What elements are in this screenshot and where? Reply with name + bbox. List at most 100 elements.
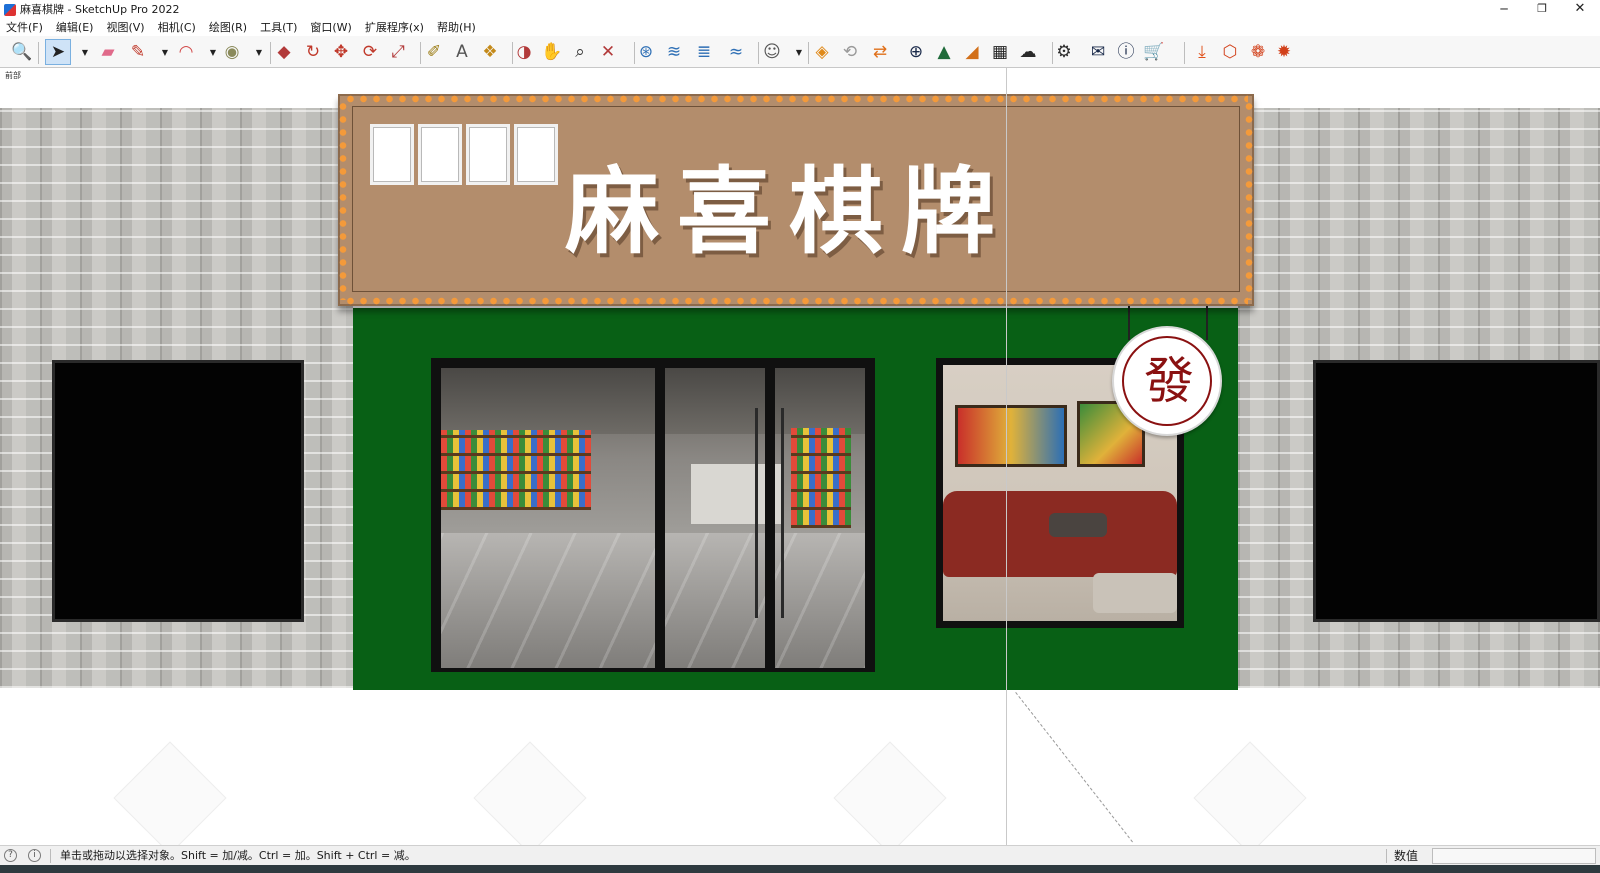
ground-pattern <box>113 741 227 845</box>
add-tool-icon: ⊕ <box>908 42 924 62</box>
scene-tab-label[interactable]: 前部 <box>5 70 21 81</box>
mail-tool-icon: ✉ <box>1090 42 1106 62</box>
mail-tool-button[interactable]: ✉ <box>1085 39 1111 65</box>
fa-sign-character: 發 <box>1144 352 1194 410</box>
interior-shelf <box>441 430 591 510</box>
tape-tool-icon: ✐ <box>426 42 442 62</box>
eraser-tool-icon: ▰ <box>101 42 115 62</box>
orbit-tool-button[interactable]: ◑ <box>511 39 537 65</box>
info-tool-button[interactable]: ⓘ <box>1113 39 1139 65</box>
dropdown-arrow-icon[interactable]: ▼ <box>80 48 90 58</box>
layer-tool-icon: ◢ <box>965 42 979 62</box>
import-tool-button[interactable]: ⤓ <box>1189 39 1215 65</box>
menu-view[interactable]: 视图(V) <box>106 20 144 36</box>
marquee-bulbs-top <box>344 95 1248 103</box>
entrance-glass <box>441 368 865 668</box>
door-mullion <box>655 358 665 672</box>
menu-window[interactable]: 窗口(W) <box>310 20 351 36</box>
eraser-tool-button[interactable]: ▰ <box>95 39 121 65</box>
text-tool-icon: A <box>456 42 468 62</box>
dropdown-arrow-icon[interactable]: ▼ <box>160 48 170 58</box>
signboard-title: 麻喜棋牌 <box>565 158 1014 267</box>
mahjong-tile <box>466 124 510 185</box>
ottoman <box>1093 573 1177 613</box>
dropdown-arrow-icon[interactable]: ▼ <box>208 48 218 58</box>
status-divider <box>1386 849 1387 863</box>
transfer-tool-button[interactable]: ⇄ <box>867 39 893 65</box>
storefront-facade <box>353 308 1238 690</box>
dropdown-arrow-icon[interactable]: ▼ <box>254 48 264 58</box>
refresh-tool-button[interactable]: ⟲ <box>837 39 863 65</box>
dark-window-left <box>52 360 304 622</box>
render-settings-tool-button[interactable]: ✹ <box>1271 39 1297 65</box>
sandbox-tool-1-button[interactable]: ⊛ <box>633 39 659 65</box>
orbit-tool-icon: ◑ <box>516 42 532 62</box>
ground-pattern <box>833 741 947 845</box>
settings-tool-button[interactable]: ⚙ <box>1051 39 1077 65</box>
sandbox-tool-2-button[interactable]: ≋ <box>661 39 687 65</box>
render-tool-icon: ❁ <box>1250 42 1266 62</box>
dropdown-arrow-icon[interactable]: ▼ <box>794 48 804 58</box>
cart-tool-button[interactable]: 🛒 <box>1141 39 1167 65</box>
shop-signboard: 麻喜棋牌 <box>338 94 1254 306</box>
menu-edit[interactable]: 编辑(E) <box>56 20 94 36</box>
tape-tool-button[interactable]: ✐ <box>421 39 447 65</box>
shape-tool-icon: ◉ <box>224 42 240 62</box>
move-tool-button[interactable]: ✥ <box>328 39 354 65</box>
geo-location-icon[interactable]: ? <box>4 849 17 862</box>
pan-tool-button[interactable]: ✋ <box>539 39 565 65</box>
tree-tool-button[interactable]: ▲ <box>931 39 957 65</box>
close-button[interactable]: ✕ <box>1562 0 1598 20</box>
render-tool-button[interactable]: ❁ <box>1245 39 1271 65</box>
shape-tool-button[interactable]: ◉ <box>219 39 245 65</box>
checker-tool-button[interactable]: ▦ <box>987 39 1013 65</box>
account-tool-button[interactable]: ☺ <box>759 39 785 65</box>
rotate-tool-button[interactable]: ⟳ <box>357 39 383 65</box>
door-handle <box>755 408 758 618</box>
modeling-viewport[interactable]: 前部 發 麻喜棋牌 <box>0 68 1600 845</box>
search-tool-button[interactable]: 🔍 <box>9 39 35 65</box>
export-tool-icon: ⬡ <box>1222 42 1238 62</box>
sandbox-tool-4-button[interactable]: ≈ <box>723 39 749 65</box>
info-icon[interactable]: i <box>28 849 41 862</box>
pan-tool-icon: ✋ <box>541 42 563 62</box>
minimize-button[interactable]: ─ <box>1486 0 1522 20</box>
measurements-input[interactable] <box>1432 848 1596 864</box>
sofa-cushion <box>1049 513 1107 537</box>
followme-tool-button[interactable]: ↻ <box>300 39 326 65</box>
restore-button[interactable]: ❐ <box>1524 0 1560 20</box>
info-tool-icon: ⓘ <box>1117 42 1135 62</box>
menu-extensions[interactable]: 扩展程序(x) <box>365 20 424 36</box>
arc-tool-button[interactable]: ◠ <box>173 39 199 65</box>
text-tool-button[interactable]: A <box>449 39 475 65</box>
menu-help[interactable]: 帮助(H) <box>437 20 476 36</box>
zoom-extents-tool-button[interactable]: ✕ <box>595 39 621 65</box>
warehouse-tool-icon: ◈ <box>815 42 829 62</box>
menu-camera[interactable]: 相机(C) <box>158 20 196 36</box>
menu-tools[interactable]: 工具(T) <box>260 20 297 36</box>
paint-tool-button[interactable]: ❖ <box>477 39 503 65</box>
export-tool-button[interactable]: ⬡ <box>1217 39 1243 65</box>
mahjong-tile <box>370 124 414 185</box>
menu-draw[interactable]: 绘图(R) <box>209 20 247 36</box>
scale-tool-button[interactable]: ⤢ <box>385 39 411 65</box>
pencil-tool-button[interactable]: ✎ <box>125 39 151 65</box>
ground-pattern <box>473 741 587 845</box>
window-title: 麻喜棋牌 - SketchUp Pro 2022 <box>20 3 180 16</box>
add-tool-button[interactable]: ⊕ <box>903 39 929 65</box>
green-axis-line <box>1006 68 1007 845</box>
warehouse-tool-button[interactable]: ◈ <box>809 39 835 65</box>
pushpull-tool-button[interactable]: ◆ <box>271 39 297 65</box>
sandbox-tool-1-icon: ⊛ <box>638 42 654 62</box>
select-tool-button[interactable]: ➤ <box>45 39 71 65</box>
refresh-tool-icon: ⟲ <box>842 42 858 62</box>
menu-file[interactable]: 文件(F) <box>6 20 43 36</box>
layer-tool-button[interactable]: ◢ <box>959 39 985 65</box>
sandbox-tool-3-button[interactable]: ≣ <box>691 39 717 65</box>
marquee-bulbs-right <box>1245 100 1253 300</box>
zoom-tool-button[interactable]: ⌕ <box>567 39 593 65</box>
sandbox-tool-4-icon: ≈ <box>728 42 744 62</box>
wall-painting <box>955 405 1067 467</box>
cloud-tool-button[interactable]: ☁ <box>1015 39 1041 65</box>
interior-floor <box>441 533 865 668</box>
